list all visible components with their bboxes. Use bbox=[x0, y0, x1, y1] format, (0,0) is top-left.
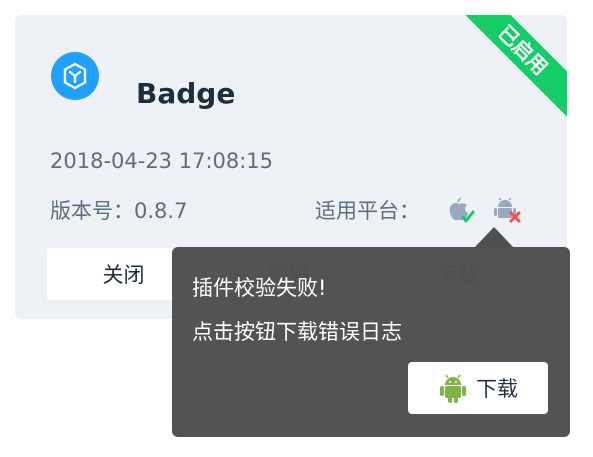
download-log-button[interactable]: 下载 bbox=[408, 362, 548, 414]
download-log-label: 下载 bbox=[476, 377, 518, 401]
tooltip-description: 点击按钮下载错误日志 bbox=[192, 320, 402, 344]
plugin-title: Badge bbox=[136, 77, 236, 110]
cube-icon bbox=[63, 62, 87, 90]
android-icon bbox=[490, 193, 524, 227]
apple-icon bbox=[445, 193, 479, 227]
tooltip-arrow bbox=[474, 227, 514, 248]
android-icon bbox=[440, 374, 466, 403]
plugin-date: 2018-04-23 17:08:15 bbox=[50, 149, 274, 173]
plugin-version: 版本号：0.8.7 bbox=[50, 199, 188, 223]
platform-label: 适用平台： bbox=[315, 199, 420, 223]
enabled-ribbon: 已启用 bbox=[448, 15, 567, 125]
error-tooltip: 插件校验失败! 点击按钮下载错误日志 下载 bbox=[172, 247, 570, 437]
tooltip-title: 插件校验失败! bbox=[192, 276, 327, 300]
plugin-logo bbox=[51, 52, 99, 100]
